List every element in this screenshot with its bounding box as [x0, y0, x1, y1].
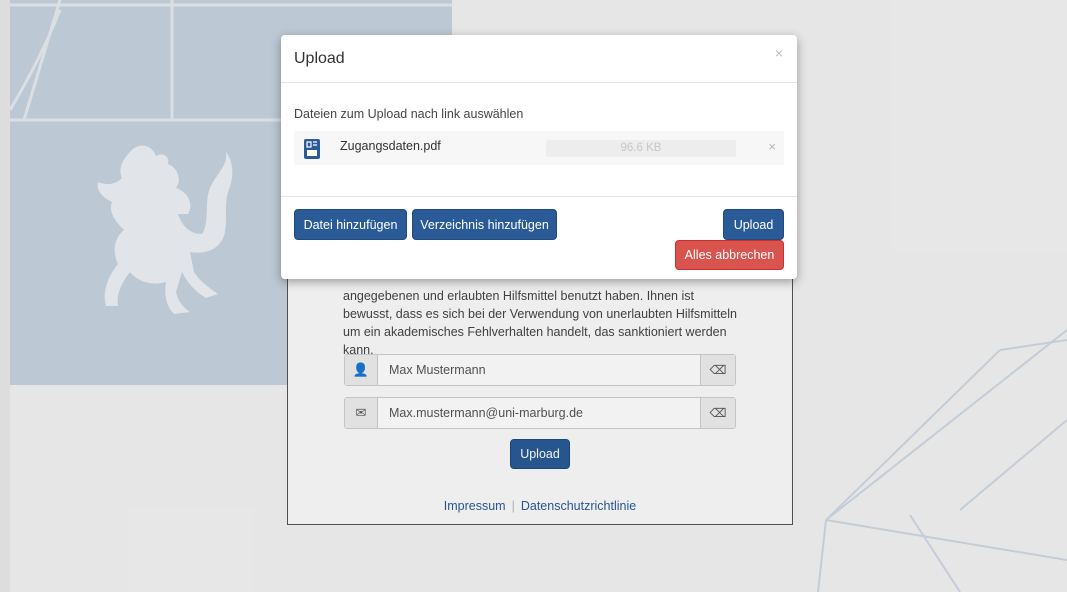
add-file-button[interactable]: Datei hinzufügen: [294, 209, 407, 240]
add-directory-button[interactable]: Verzeichnis hinzufügen: [412, 209, 557, 240]
cancel-all-button[interactable]: Alles abbrechen: [675, 240, 784, 270]
upload-button[interactable]: Upload: [723, 209, 784, 240]
pdf-file-icon: [304, 139, 320, 159]
file-row: Zugangsdaten.pdf 96.6 KB ×: [294, 131, 784, 165]
modal-header: Upload ×: [281, 35, 797, 83]
file-name: Zugangsdaten.pdf: [340, 139, 441, 153]
file-select-prompt: Dateien zum Upload nach link auswählen: [294, 107, 524, 121]
close-icon[interactable]: ×: [775, 45, 783, 61]
remove-file-icon[interactable]: ×: [768, 139, 776, 154]
upload-modal: Upload × Dateien zum Upload nach link au…: [281, 35, 797, 279]
file-progress-bar: 96.6 KB: [546, 140, 736, 157]
file-size: 96.6 KB: [620, 142, 662, 154]
modal-divider: [281, 196, 797, 197]
modal-title: Upload: [294, 50, 345, 67]
